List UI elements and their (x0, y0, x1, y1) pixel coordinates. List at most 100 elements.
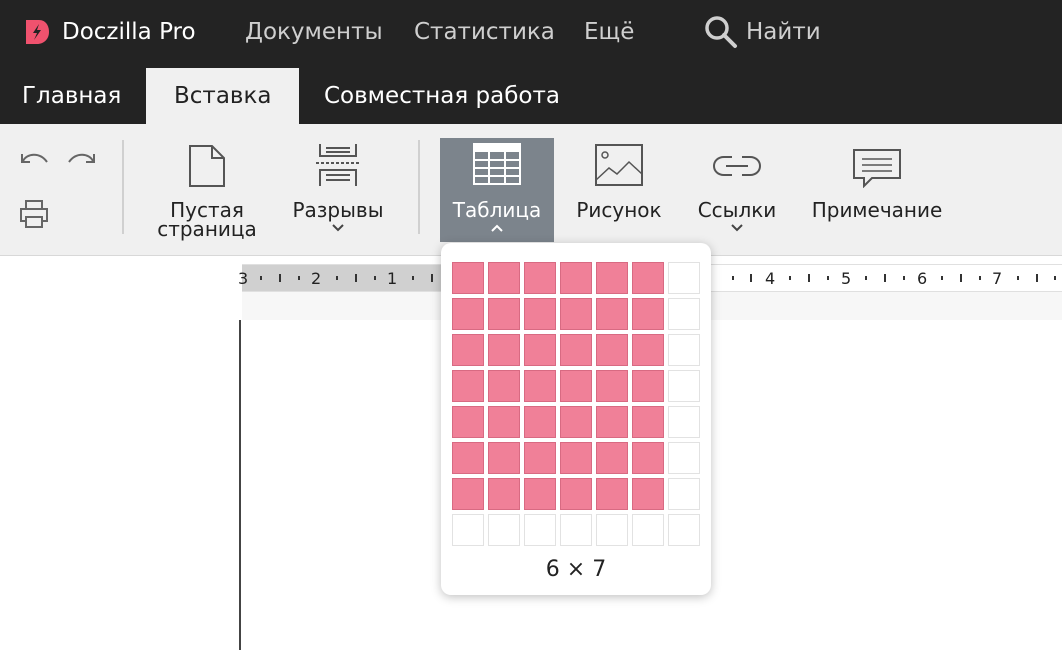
grid-cell[interactable] (524, 514, 556, 546)
grid-cell-selected[interactable] (596, 442, 628, 474)
grid-cell[interactable] (632, 514, 664, 546)
grid-cell-selected[interactable] (524, 442, 556, 474)
search-icon[interactable] (702, 14, 740, 50)
blank-page-button[interactable]: Пустая страница (148, 138, 266, 242)
search-button[interactable]: Найти (746, 16, 821, 48)
grid-cell-selected[interactable] (488, 478, 520, 510)
grid-cell-selected[interactable] (596, 478, 628, 510)
ruler-tick (732, 276, 734, 280)
ruler-label: 5 (841, 269, 852, 288)
picture-button[interactable]: Рисунок (568, 138, 670, 242)
ruler-tick (941, 276, 943, 280)
grid-cell-selected[interactable] (452, 406, 484, 438)
grid-cell-selected[interactable] (488, 262, 520, 294)
ruler-tick (1036, 274, 1038, 282)
grid-cell-selected[interactable] (488, 406, 520, 438)
grid-cell-selected[interactable] (632, 442, 664, 474)
nav-documents[interactable]: Документы (245, 16, 383, 48)
ruler-tick (960, 274, 962, 282)
grid-cell-selected[interactable] (488, 442, 520, 474)
grid-cell-selected[interactable] (560, 262, 592, 294)
links-button[interactable]: Ссылки (690, 138, 784, 242)
tab-collaboration[interactable]: Совместная работа (324, 68, 560, 124)
grid-cell-selected[interactable] (560, 334, 592, 366)
grid-cell-selected[interactable] (596, 298, 628, 330)
table-icon (473, 143, 521, 185)
redo-icon[interactable] (66, 148, 98, 170)
grid-cell[interactable] (488, 514, 520, 546)
tab-insert[interactable]: Вставка (146, 68, 300, 124)
ruler-tick (750, 274, 752, 282)
grid-cell-selected[interactable] (488, 370, 520, 402)
grid-cell-selected[interactable] (596, 262, 628, 294)
ruler-label: 2 (311, 269, 322, 288)
ruler-tick (789, 276, 791, 280)
grid-cell-selected[interactable] (596, 334, 628, 366)
nav-statistics[interactable]: Статистика (414, 16, 555, 48)
undo-icon[interactable] (18, 148, 50, 170)
grid-cell-selected[interactable] (452, 478, 484, 510)
grid-cell-selected[interactable] (596, 370, 628, 402)
nav-more[interactable]: Ещё (584, 16, 634, 48)
grid-cell[interactable] (668, 478, 700, 510)
grid-cell-selected[interactable] (560, 478, 592, 510)
grid-cell-selected[interactable] (560, 298, 592, 330)
grid-cell[interactable] (452, 514, 484, 546)
grid-cell-selected[interactable] (560, 406, 592, 438)
grid-cell[interactable] (668, 334, 700, 366)
table-label: Таблица (452, 198, 542, 222)
grid-cell[interactable] (668, 262, 700, 294)
grid-cell-selected[interactable] (488, 334, 520, 366)
table-size-picker: 6 × 7 (441, 243, 711, 595)
grid-cell-selected[interactable] (524, 406, 556, 438)
ruler-tick (298, 276, 300, 280)
doczilla-logo-icon[interactable] (24, 18, 50, 46)
grid-cell[interactable] (668, 370, 700, 402)
table-size-label: 6 × 7 (545, 557, 607, 582)
grid-cell-selected[interactable] (452, 370, 484, 402)
grid-cell[interactable] (596, 514, 628, 546)
grid-cell-selected[interactable] (524, 370, 556, 402)
note-label: Примечание (811, 198, 943, 222)
table-button[interactable]: Таблица (440, 138, 554, 242)
grid-cell-selected[interactable] (452, 298, 484, 330)
ruler-label: 1 (387, 269, 398, 288)
ruler-label: 7 (992, 269, 1003, 288)
grid-cell-selected[interactable] (560, 370, 592, 402)
ruler-tick (260, 276, 262, 280)
grid-cell-selected[interactable] (596, 406, 628, 438)
grid-cell-selected[interactable] (632, 406, 664, 438)
grid-cell-selected[interactable] (524, 334, 556, 366)
grid-cell-selected[interactable] (632, 334, 664, 366)
grid-cell[interactable] (668, 298, 700, 330)
grid-cell-selected[interactable] (632, 298, 664, 330)
page-break-icon (316, 144, 360, 186)
grid-cell[interactable] (668, 406, 700, 438)
breaks-button[interactable]: Разрывы (284, 138, 392, 242)
note-button[interactable]: Примечание (804, 138, 950, 242)
picture-label: Рисунок (576, 198, 662, 222)
grid-cell-selected[interactable] (488, 298, 520, 330)
grid-cell-selected[interactable] (452, 262, 484, 294)
grid-cell[interactable] (668, 442, 700, 474)
ruler-tick (412, 276, 414, 280)
grid-cell-selected[interactable] (560, 442, 592, 474)
ruler-tick (865, 276, 867, 280)
grid-cell-selected[interactable] (452, 442, 484, 474)
ruler-tick (355, 274, 357, 282)
chevron-up-icon (491, 224, 503, 232)
grid-cell-selected[interactable] (452, 334, 484, 366)
grid-cell-selected[interactable] (632, 262, 664, 294)
grid-cell-selected[interactable] (524, 298, 556, 330)
ruler-tick (279, 274, 281, 282)
grid-cell-selected[interactable] (632, 370, 664, 402)
link-icon (712, 156, 762, 176)
grid-cell-selected[interactable] (524, 262, 556, 294)
grid-cell-selected[interactable] (632, 478, 664, 510)
grid-cell[interactable] (560, 514, 592, 546)
grid-cell-selected[interactable] (524, 478, 556, 510)
grid-cell[interactable] (668, 514, 700, 546)
breaks-label: Разрывы (292, 198, 384, 222)
tab-home[interactable]: Главная (22, 68, 121, 124)
print-icon[interactable] (18, 198, 50, 230)
